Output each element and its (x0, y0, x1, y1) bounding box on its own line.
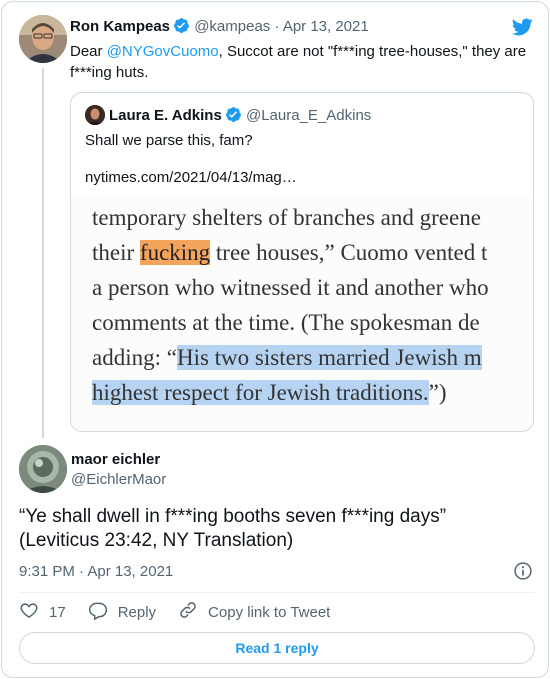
article-line: comments at the time. (The spokesman de (92, 310, 480, 335)
twitter-bird-icon[interactable] (510, 16, 534, 43)
quoted-tweet-header: Laura E. Adkins @Laura_E_Adkins (85, 105, 371, 127)
article-line: highest respect for Jewish traditions.”) (92, 380, 447, 405)
separator: · (274, 18, 280, 35)
tweet-text: Dear @NYGovCuomo, Succot are not "f***in… (70, 41, 540, 83)
article-line: a person who witnessed it and another wh… (92, 275, 489, 300)
reply-text-line: (Leviticus 23:42, NY Translation) (19, 530, 294, 551)
copy-link-button[interactable]: Copy link to Tweet (178, 600, 330, 624)
article-line: temporary shelters of branches and green… (92, 205, 481, 230)
quoted-tweet-link[interactable]: nytimes.com/2021/04/13/mag… (85, 169, 297, 186)
quoted-author-name: Laura E. Adkins (109, 107, 222, 124)
tweet-date[interactable]: Apr 13, 2021 (283, 18, 369, 35)
reply-tweet-text: “Ye shall dwell in f***ing booths seven … (19, 505, 539, 553)
action-bar: 17 Reply Copy link to Tweet (19, 601, 352, 623)
highlight-blue: His two sisters married Jewish m (176, 345, 482, 370)
read-replies-button[interactable]: Read 1 reply (19, 632, 535, 664)
quoted-tweet-text: Shall we parse this, fam? (85, 132, 253, 149)
highlight-blue: highest respect for Jewish traditions. (92, 380, 429, 405)
info-icon[interactable] (513, 561, 533, 586)
avatar[interactable] (19, 15, 67, 63)
link-icon (178, 600, 208, 624)
like-button[interactable]: 17 (19, 600, 66, 624)
copy-link-label: Copy link to Tweet (208, 603, 331, 621)
heart-icon (19, 600, 49, 624)
highlight-orange: fucking (139, 240, 211, 265)
article-line: their fucking tree houses,” Cuomo vented… (92, 240, 488, 265)
mention-link[interactable]: @NYGovCuomo (107, 43, 219, 60)
article-screenshot-image[interactable]: temporary shelters of branches and green… (71, 195, 533, 431)
quoted-author-handle: @Laura_E_Adkins (245, 107, 372, 124)
verified-badge-icon (173, 17, 190, 38)
author-name[interactable]: Ron Kampeas (70, 18, 170, 35)
quoted-tweet[interactable]: Laura E. Adkins @Laura_E_Adkins Shall we… (70, 92, 534, 432)
thread-line (42, 68, 44, 438)
tweet-timestamp[interactable]: 9:31 PM · Apr 13, 2021 (19, 563, 173, 580)
reply-icon (88, 600, 118, 624)
tweet-card: Ron Kampeas @kampeas · Apr 13, 2021 Dear… (1, 1, 549, 678)
reply-author-name[interactable]: maor eichler (71, 451, 160, 468)
tweet-text-prefix: Dear (70, 43, 107, 60)
like-count: 17 (49, 603, 66, 621)
tweet-header: Ron Kampeas @kampeas · Apr 13, 2021 (70, 17, 369, 38)
reply-label: Reply (117, 603, 157, 621)
avatar[interactable] (19, 445, 67, 493)
quoted-avatar (85, 105, 105, 125)
author-handle[interactable]: @kampeas (194, 18, 270, 35)
reply-text-line: “Ye shall dwell in f***ing booths seven … (19, 506, 447, 527)
reply-button[interactable]: Reply (88, 600, 156, 624)
verified-badge-icon (225, 106, 242, 127)
reply-author-handle[interactable]: @EichlerMaor (71, 471, 166, 488)
divider (19, 592, 535, 593)
article-line: adding: “His two sisters married Jewish … (92, 345, 482, 370)
